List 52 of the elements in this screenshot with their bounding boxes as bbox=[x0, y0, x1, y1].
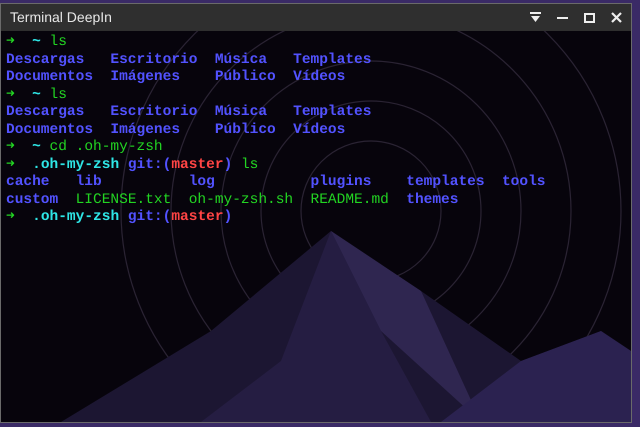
command-text: ls bbox=[240, 156, 258, 174]
directory-name: Música bbox=[214, 104, 268, 122]
file-name: oh-my-zsh.sh bbox=[188, 192, 294, 209]
directory-name: Documentos bbox=[6, 122, 94, 139]
directory-name: Descargas bbox=[6, 52, 86, 69]
directory-name: Escritorio bbox=[110, 52, 198, 69]
current-directory: .oh-my-zsh bbox=[32, 209, 120, 226]
directory-name: Música bbox=[214, 52, 268, 69]
file-name: README.md bbox=[310, 192, 389, 209]
git-label: git:( bbox=[128, 209, 172, 226]
command-text: cd .oh-my-zsh bbox=[50, 139, 163, 156]
git-label: ) bbox=[224, 156, 232, 174]
prompt-arrow: ➜ bbox=[6, 139, 15, 156]
directory-name: log bbox=[188, 174, 216, 192]
prompt-arrow: ➜ bbox=[6, 34, 15, 52]
current-directory: ~ bbox=[32, 86, 41, 104]
directory-name: themes bbox=[406, 192, 460, 209]
directory-name: Escritorio bbox=[110, 104, 198, 122]
directory-name: Imágenes bbox=[110, 69, 182, 86]
git-branch: master bbox=[171, 209, 224, 226]
directory-name: custom bbox=[6, 192, 58, 209]
current-directory: ~ bbox=[32, 139, 41, 156]
directory-name: Templates bbox=[293, 52, 372, 69]
current-directory: ~ bbox=[32, 34, 41, 52]
command-text: ls bbox=[50, 34, 67, 52]
directory-name: templates bbox=[406, 174, 485, 192]
directory-name: tools bbox=[502, 174, 546, 192]
file-name: LICENSE.txt bbox=[76, 192, 172, 209]
directory-name: Templates bbox=[293, 104, 372, 122]
directory-name: Vídeos bbox=[293, 69, 346, 86]
directory-name: lib bbox=[76, 174, 103, 192]
git-branch: master bbox=[171, 156, 224, 174]
directory-name: Imágenes bbox=[110, 122, 182, 139]
directory-name: plugins bbox=[310, 174, 372, 192]
prompt-arrow: ➜ bbox=[6, 86, 15, 104]
maximize-icon bbox=[584, 12, 594, 22]
directory-name: Descargas bbox=[6, 104, 86, 122]
command-text: ls bbox=[50, 86, 67, 104]
directory-name: Público bbox=[214, 69, 276, 86]
prompt-arrow: ➜ bbox=[6, 209, 15, 226]
current-directory: .oh-my-zsh bbox=[32, 156, 120, 174]
minimize-icon bbox=[556, 16, 568, 18]
directory-name: Documentos bbox=[6, 69, 94, 86]
prompt-arrow: ➜ bbox=[6, 156, 15, 174]
window-title: Terminal DeepIn bbox=[10, 8, 112, 27]
menu-caret-icon bbox=[530, 12, 540, 23]
git-label: git:( bbox=[128, 156, 172, 174]
git-label: ) bbox=[224, 209, 232, 226]
directory-name: cache bbox=[6, 174, 51, 192]
close-icon bbox=[610, 12, 622, 23]
directory-name: Vídeos bbox=[293, 122, 346, 139]
directory-name: Público bbox=[214, 122, 276, 139]
